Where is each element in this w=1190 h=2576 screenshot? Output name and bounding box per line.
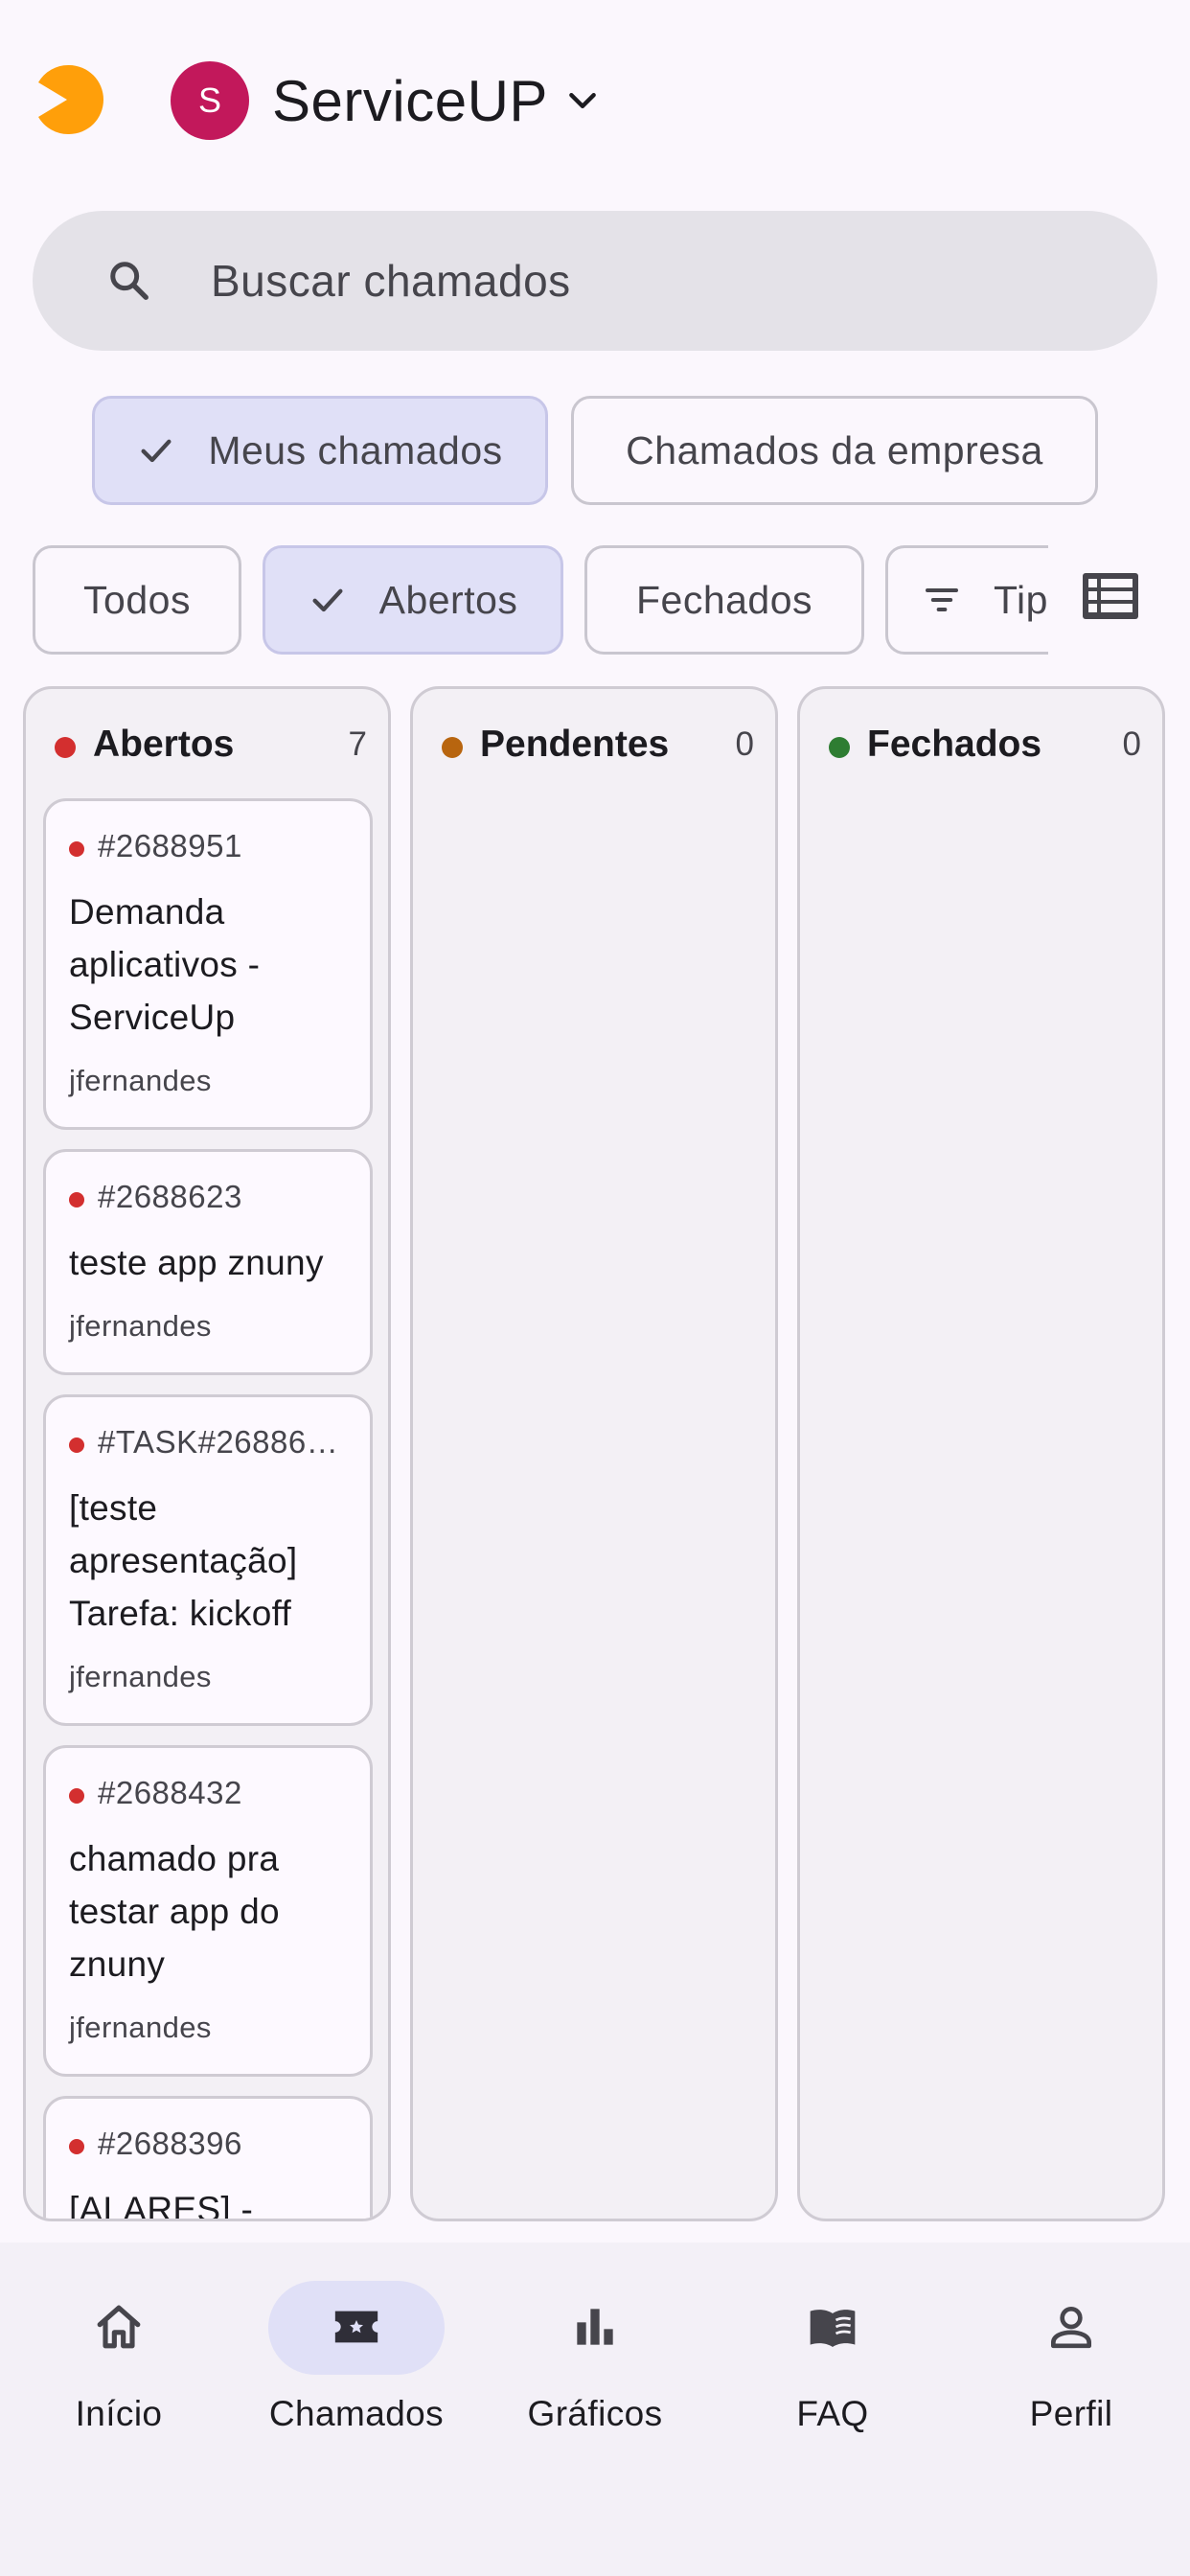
chip-chamados-da-empresa[interactable]: Chamados da empresa	[571, 396, 1098, 505]
ticket-title: teste app znuny	[69, 1243, 324, 1282]
ticket-user: jfernandes	[69, 1660, 212, 1693]
status-dot	[69, 841, 84, 857]
filter-icon	[926, 588, 958, 611]
chip-label: Fechados	[635, 577, 813, 622]
column-header: Pendentes 0	[413, 689, 775, 804]
search-input[interactable]: Buscar chamados	[211, 211, 571, 351]
app-logo-icon	[38, 64, 103, 135]
chip-fechados[interactable]: Fechados	[584, 545, 864, 655]
status-dot	[69, 1788, 84, 1804]
status-dot	[69, 1192, 84, 1208]
chip-label: Todos	[83, 577, 191, 622]
ticket-id: #2688623	[98, 1179, 242, 1214]
organization-selector[interactable]: S ServiceUP	[171, 58, 602, 144]
column-title: Abertos	[93, 724, 235, 765]
ticket-id: #2688951	[98, 828, 242, 863]
column-pendentes: Pendentes 0	[410, 686, 778, 2221]
ticket-user: jfernandes	[69, 1309, 212, 1343]
column-title: Pendentes	[480, 724, 670, 765]
search-bar[interactable]: Buscar chamados	[33, 211, 1157, 351]
nav-label: FAQ	[796, 2394, 869, 2433]
list-view-icon[interactable]	[1081, 571, 1140, 621]
ticket-card[interactable]: #2688623 teste app znuny jfernandes	[43, 1149, 373, 1375]
chip-label: Meus chamados	[208, 427, 503, 472]
ticket-title: [ALARES] -	[69, 2190, 254, 2221]
check-icon	[141, 439, 172, 463]
column-abertos: Abertos 7 #2688951 Demanda aplicativos -…	[23, 686, 391, 2221]
person-icon	[1051, 2307, 1091, 2349]
ticket-id: #TASK#26886…	[98, 1424, 339, 1460]
column-fechados: Fechados 0	[797, 686, 1165, 2221]
nav-label: Perfil	[1029, 2394, 1113, 2433]
org-name: ServiceUP	[272, 68, 548, 133]
ticket-card[interactable]: #2688396 [ALARES] -	[43, 2096, 373, 2221]
nav-label: Gráficos	[527, 2394, 663, 2433]
ticket-card[interactable]: #2688951 Demanda aplicativos - ServiceUp…	[43, 798, 373, 1130]
status-dot	[55, 737, 76, 758]
chevron-down-icon	[569, 93, 596, 109]
ticket-user: jfernandes	[69, 2011, 212, 2044]
check-icon	[312, 588, 343, 612]
status-dot	[442, 737, 463, 758]
status-dot	[69, 1438, 84, 1453]
home-icon	[97, 2305, 141, 2349]
chip-meus-chamados[interactable]: Meus chamados	[92, 396, 548, 505]
nav-item-perfil[interactable]: Perfil	[952, 2242, 1190, 2482]
org-avatar: S	[171, 61, 249, 140]
ticket-card[interactable]: #2688432 chamado pra testar app do znuny…	[43, 1745, 373, 2077]
ticket-icon	[334, 2311, 378, 2343]
ticket-card[interactable]: #TASK#26886… [teste apresentação] Tarefa…	[43, 1394, 373, 1726]
chip-todos[interactable]: Todos	[33, 545, 241, 655]
status-dot	[69, 2139, 84, 2154]
ticket-title: Demanda aplicativos - ServiceUp	[69, 892, 261, 1037]
chip-label: Abertos	[378, 577, 518, 622]
chip-label: Tip	[994, 577, 1048, 622]
nav-item-inicio[interactable]: Início	[0, 2242, 238, 2482]
chip-tipo-filter[interactable]: Tip	[885, 545, 1048, 655]
ticket-user: jfernandes	[69, 1064, 212, 1097]
chip-label: Chamados da empresa	[626, 427, 1043, 472]
nav-item-graficos[interactable]: Gráficos	[476, 2242, 714, 2482]
nav-label: Início	[75, 2394, 163, 2433]
ticket-title: chamado pra testar app do znuny	[69, 1839, 280, 1984]
column-count: 7	[348, 725, 367, 763]
chip-abertos[interactable]: Abertos	[263, 545, 563, 655]
nav-item-faq[interactable]: FAQ	[714, 2242, 951, 2482]
column-count: 0	[1122, 725, 1141, 763]
nav-label: Chamados	[268, 2394, 445, 2433]
ticket-title: [teste apresentação] Tarefa: kickoff	[69, 1488, 298, 1633]
status-dot	[829, 737, 850, 758]
book-icon	[810, 2310, 856, 2347]
column-header: Fechados 0	[800, 689, 1162, 804]
column-header: Abertos 7	[26, 689, 388, 804]
ticket-id: #2688432	[98, 1775, 242, 1810]
bottom-navigation: Início Chamados Gráficos FAQ Perfil	[0, 2242, 1190, 2576]
app-header: S ServiceUP	[0, 0, 1190, 192]
bar-chart-icon	[577, 2309, 613, 2345]
column-count: 0	[735, 725, 754, 763]
nav-item-chamados[interactable]: Chamados	[238, 2242, 475, 2482]
ticket-id: #2688396	[98, 2126, 242, 2161]
search-icon	[110, 262, 149, 300]
column-title: Fechados	[867, 724, 1042, 765]
